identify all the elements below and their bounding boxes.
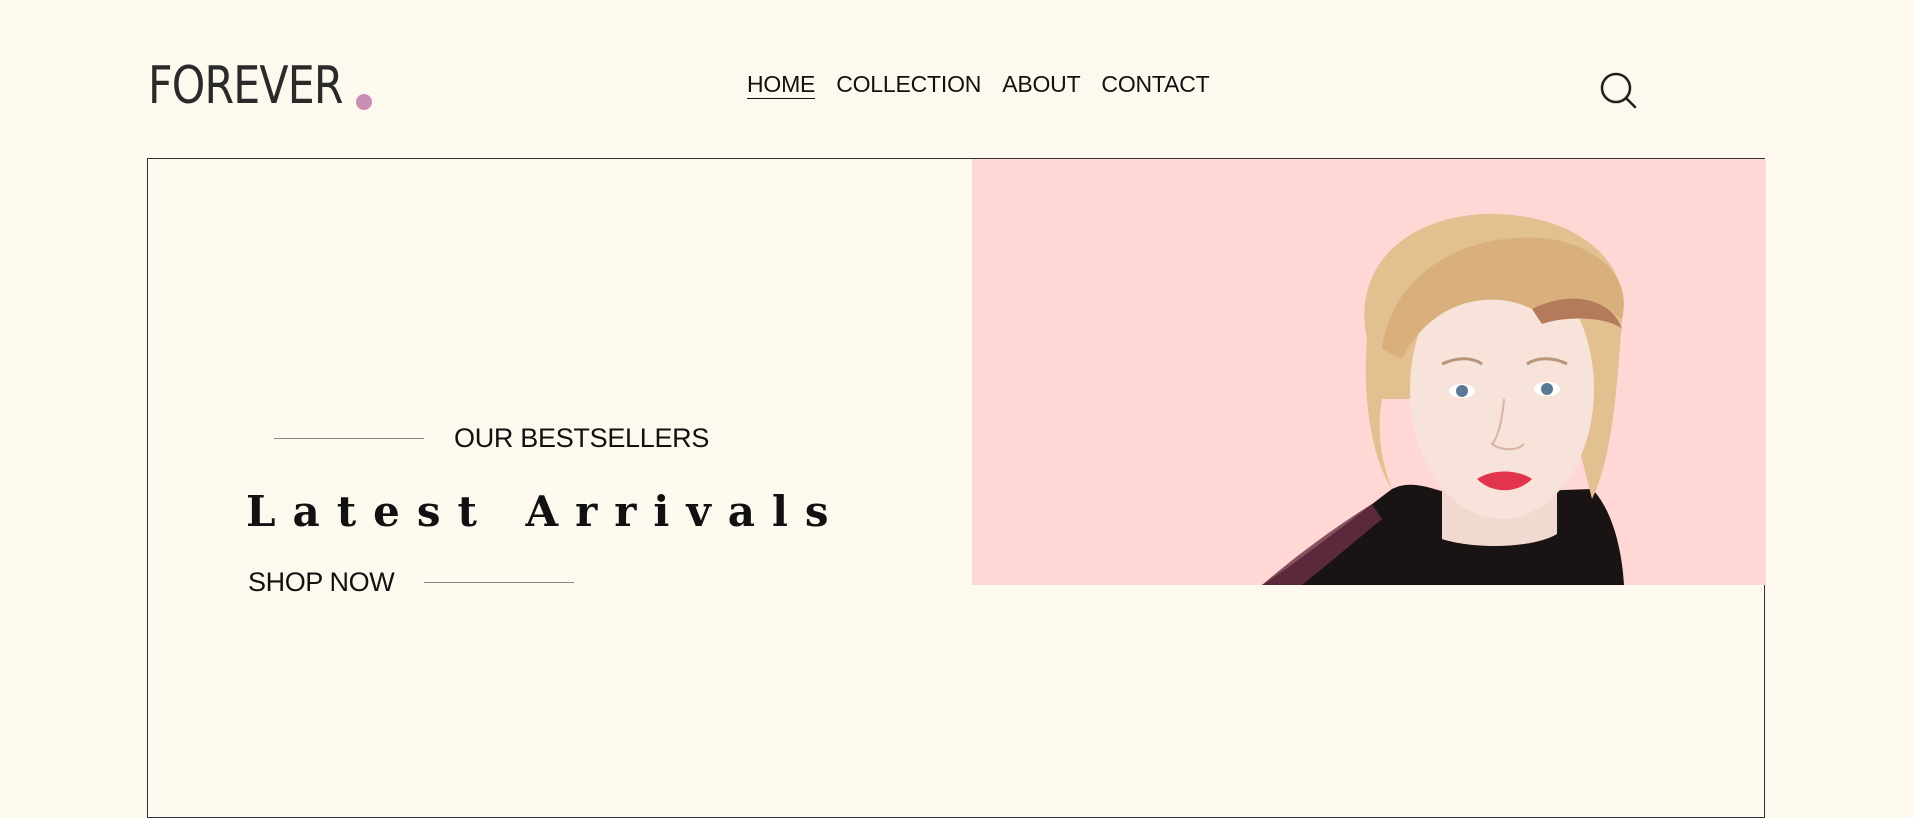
brand-dot bbox=[356, 94, 372, 110]
model-portrait bbox=[972, 159, 1766, 585]
shop-now-divider bbox=[424, 582, 575, 583]
nav-item-collection[interactable]: COLLECTION bbox=[836, 70, 981, 99]
hero-image bbox=[972, 159, 1766, 585]
brand-name: FOREVER bbox=[148, 56, 343, 116]
eyebrow-text: OUR BESTSELLERS bbox=[454, 423, 710, 453]
eyebrow-divider bbox=[274, 438, 424, 439]
nav-item-about[interactable]: ABOUT bbox=[1002, 70, 1080, 99]
nav-item-home[interactable]: HOME bbox=[747, 70, 815, 99]
shop-now-label: SHOP NOW bbox=[248, 567, 395, 597]
brand-logo[interactable]: FOREVER bbox=[148, 56, 385, 112]
hero-title: Latest Arrivals bbox=[246, 487, 846, 536]
shop-now-button[interactable]: SHOP NOW bbox=[248, 567, 575, 598]
main-nav: HOME COLLECTION ABOUT CONTACT bbox=[747, 70, 1210, 99]
search-icon[interactable] bbox=[1598, 70, 1638, 110]
hero-banner: OUR BESTSELLERS Latest Arrivals SHOP NOW bbox=[147, 158, 1766, 818]
nav-item-contact[interactable]: CONTACT bbox=[1101, 70, 1209, 99]
hero-eyebrow: OUR BESTSELLERS bbox=[274, 423, 709, 454]
hero-text-panel: OUR BESTSELLERS Latest Arrivals SHOP NOW bbox=[148, 159, 972, 597]
